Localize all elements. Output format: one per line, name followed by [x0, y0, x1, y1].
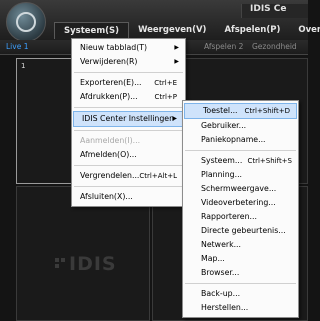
submenu-item-rapporteren[interactable]: Rapporteren... [183, 210, 298, 224]
menu-item-label: Afmelden(O)... [80, 150, 137, 159]
submenu-item-paniekopname[interactable]: Paniekopname... [183, 133, 298, 147]
menu-separator [74, 72, 183, 73]
menu-item-aanmelden: Aanmelden(I)... [72, 134, 185, 148]
menu-item-label: Verwijderen(R) [80, 57, 138, 66]
menu-item-exporteren[interactable]: Exporteren(E)... Ctrl+E [72, 76, 185, 90]
menu-item-label: Back-up... [201, 289, 241, 298]
menu-item-label: Planning... [201, 170, 243, 179]
menu-item-label: Herstellen... [201, 303, 249, 312]
submenu-item-map[interactable]: Map... [183, 252, 298, 266]
app-title: IDIS Ce [241, 4, 308, 18]
submenu-item-directe-gebeurtenis[interactable]: Directe gebeurtenis... [183, 224, 298, 238]
menu-item-label: IDIS Center Instellingen [82, 114, 175, 123]
menu-item-label: Exporteren(E)... [80, 78, 142, 87]
menu-separator [74, 165, 183, 166]
menu-separator [74, 130, 183, 131]
menu-item-label: Toestel... [203, 106, 238, 115]
menu-item-label: Afdrukken(P)... [80, 92, 138, 101]
cell-number: 1 [21, 62, 26, 70]
menu-item-label: Map... [201, 254, 225, 263]
app-logo-icon[interactable] [6, 2, 46, 42]
submenu-item-planning[interactable]: Planning... [183, 168, 298, 182]
menu-item-label: Browser... [201, 268, 240, 277]
watermark-logo-icon [55, 258, 65, 268]
submenu-item-systeem[interactable]: Systeem... Ctrl+Shift+S [183, 154, 298, 168]
tab-live-1[interactable]: Live 1 [6, 42, 28, 51]
menu-item-afmelden[interactable]: Afmelden(O)... [72, 148, 185, 162]
menu-item-nieuw-tabblad[interactable]: Nieuw tabblad(T) ▶ [72, 41, 185, 55]
menu-item-label: Videoverbetering... [201, 198, 276, 207]
logo-ring [16, 12, 36, 32]
menu-systeem[interactable]: Systeem(S) [54, 21, 130, 39]
menu-item-idis-center-instellingen[interactable]: IDIS Center Instellingen ▶ [73, 111, 184, 127]
submenu-item-browser[interactable]: Browser... [183, 266, 298, 280]
menu-item-label: Rapporteren... [201, 212, 257, 221]
menu-bar: Systeem(S) Weergeven(V) Afspelen(P) Over… [54, 21, 320, 39]
menu-afspelen[interactable]: Afspelen(P) [215, 22, 289, 38]
menu-item-label: Gebruiker... [201, 121, 247, 130]
menu-item-label: Directe gebeurtenis... [201, 226, 286, 235]
menu-item-shortcut: Ctrl+E [154, 79, 177, 87]
menu-item-vergrendelen[interactable]: Vergrendelen... Ctrl+Alt+L [72, 169, 185, 183]
system-menu: Nieuw tabblad(T) ▶ Verwijderen(R) ▶ Expo… [71, 38, 186, 207]
menu-item-shortcut: Ctrl+Alt+L [139, 172, 177, 180]
submenu-item-toestel[interactable]: Toestel... Ctrl+Shift+D [184, 103, 297, 119]
submenu-arrow-icon: ▶ [174, 44, 179, 51]
submenu-item-gebruiker[interactable]: Gebruiker... [183, 119, 298, 133]
title-bar: IDIS Ce Systeem(S) Weergeven(V) Afspelen… [0, 0, 320, 42]
menu-item-label: Netwerk... [201, 240, 242, 249]
menu-separator [185, 150, 296, 151]
submenu-item-netwerk[interactable]: Netwerk... [183, 238, 298, 252]
menu-item-label: Afsluiten(X)... [80, 192, 133, 201]
menu-over[interactable]: Over(A) [289, 22, 320, 38]
submenu-item-herstellen[interactable]: Herstellen... [183, 301, 298, 315]
menu-item-shortcut: Ctrl+Shift+S [247, 157, 292, 165]
menu-item-label: Aanmelden(I)... [80, 136, 141, 145]
menu-item-afsluiten[interactable]: Afsluiten(X)... [72, 190, 185, 204]
menu-item-label: Systeem... [201, 156, 243, 165]
menu-item-label: Paniekopname... [201, 135, 266, 144]
menu-item-shortcut: Ctrl+P [154, 93, 177, 101]
menu-item-afdrukken[interactable]: Afdrukken(P)... Ctrl+P [72, 90, 185, 104]
watermark-text: IDIS [69, 253, 117, 275]
settings-submenu: Toestel... Ctrl+Shift+D Gebruiker... Pan… [182, 100, 299, 318]
menu-item-shortcut: Ctrl+Shift+D [244, 107, 291, 115]
menu-separator [74, 107, 183, 108]
submenu-item-back-up[interactable]: Back-up... [183, 287, 298, 301]
submenu-item-videoverbetering[interactable]: Videoverbetering... [183, 196, 298, 210]
menu-item-label: Schermweergave... [201, 184, 277, 193]
submenu-item-schermweergave[interactable]: Schermweergave... [183, 182, 298, 196]
menu-item-label: Nieuw tabblad(T) [80, 43, 148, 52]
tab-gezondheid[interactable]: Gezondheid [252, 42, 297, 51]
menu-separator [185, 283, 296, 284]
submenu-arrow-icon: ▶ [172, 115, 177, 122]
menu-separator [74, 186, 183, 187]
menu-item-label: Vergrendelen... [80, 171, 140, 180]
menu-weergeven[interactable]: Weergeven(V) [129, 22, 215, 38]
tab-afspelen-2[interactable]: Afspelen 2 [204, 42, 243, 51]
submenu-arrow-icon: ▶ [174, 58, 179, 65]
menu-item-verwijderen[interactable]: Verwijderen(R) ▶ [72, 55, 185, 69]
